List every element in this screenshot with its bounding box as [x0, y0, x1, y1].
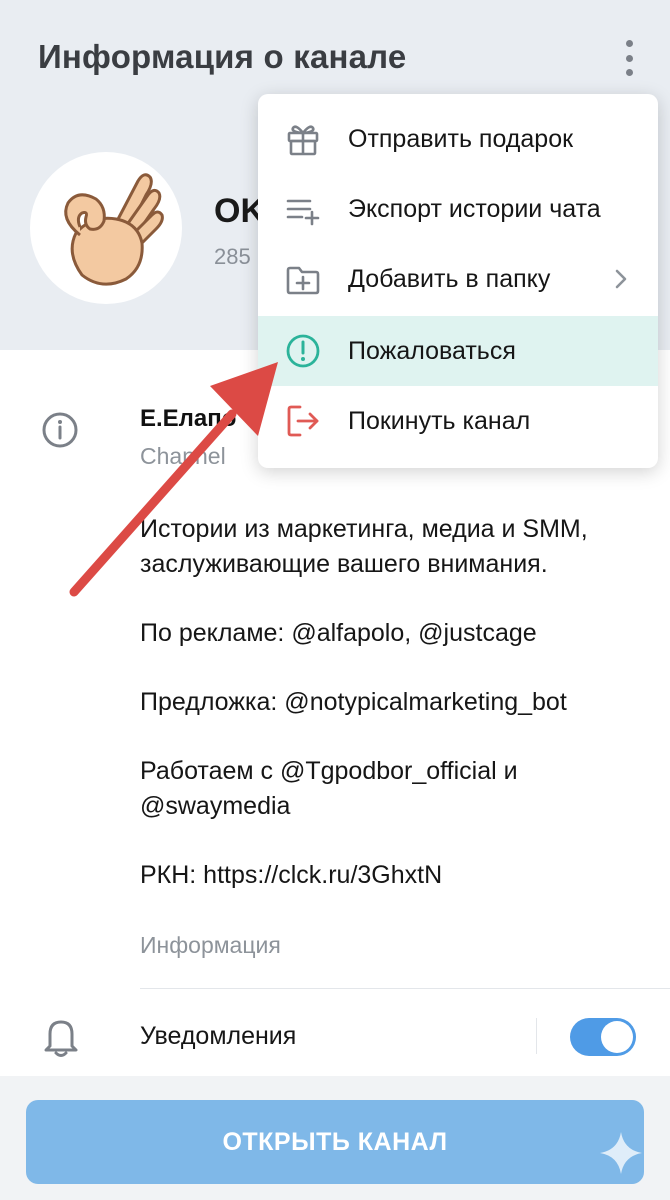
menu-item-label: Пожаловаться: [348, 336, 516, 365]
channel-description: Истории из маркетинга, медиа и SMM, засл…: [140, 512, 640, 893]
bell-icon: [44, 1020, 78, 1057]
menu-item-report[interactable]: Пожаловаться: [258, 316, 658, 386]
menu-item-export-history[interactable]: Экспорт истории чата: [258, 174, 658, 244]
menu-item-label: Отправить подарок: [348, 124, 574, 153]
ok-hand-icon: [64, 173, 164, 286]
open-channel-button[interactable]: ОТКРЫТЬ КАНАЛ: [26, 1100, 644, 1184]
info-icon: [42, 412, 78, 448]
exit-icon: [287, 405, 319, 437]
gift-icon: [287, 125, 319, 156]
notifications-toggle[interactable]: [570, 1018, 636, 1056]
channel-link-title[interactable]: Е.Елапо: [140, 405, 236, 433]
subscriber-count: 285: [214, 244, 251, 269]
alert-circle-icon: [286, 334, 320, 368]
sparkle-icon: [600, 1132, 642, 1174]
chevron-right-icon: [615, 269, 627, 289]
menu-item-add-to-folder[interactable]: Добавить в папку: [258, 244, 658, 314]
export-list-icon: [286, 199, 320, 226]
channel-type-label: Channel: [140, 443, 226, 469]
description-paragraph: Истории из маркетинга, медиа и SMM, засл…: [140, 515, 588, 578]
context-menu: Отправить подарок Экспорт истории чата Д…: [258, 94, 658, 468]
description-paragraph: РКН: https://clck.ru/3GhxtN: [140, 861, 443, 889]
more-options-icon[interactable]: [614, 40, 644, 76]
channel-avatar[interactable]: [30, 152, 182, 304]
info-label: Информация: [140, 932, 281, 958]
description-paragraph: Работаем с @Tgpodbor_official и @swaymed…: [140, 757, 518, 820]
page-title: Информация о канале: [38, 38, 407, 75]
menu-item-label: Экспорт истории чата: [348, 194, 601, 223]
menu-item-send-gift[interactable]: Отправить подарок: [258, 104, 658, 174]
menu-item-label: Добавить в папку: [348, 264, 551, 293]
menu-item-leave-channel[interactable]: Покинуть канал: [258, 386, 658, 456]
folder-add-icon: [286, 266, 320, 295]
divider: [140, 988, 670, 989]
description-paragraph: Предложка: @notypicalmarketing_bot: [140, 688, 567, 716]
divider: [536, 1018, 537, 1054]
toggle-knob: [601, 1021, 633, 1053]
notifications-label[interactable]: Уведомления: [140, 1022, 296, 1051]
menu-item-label: Покинуть канал: [348, 406, 531, 435]
description-paragraph: По рекламе: @alfapolo, @justcage: [140, 619, 537, 647]
